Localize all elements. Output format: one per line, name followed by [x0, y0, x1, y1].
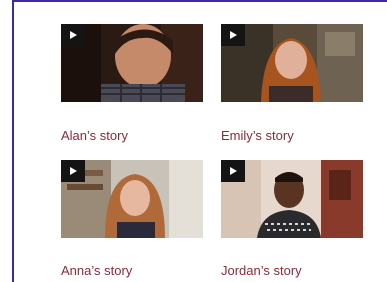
story-caption-emily[interactable]: Emily’s story — [221, 128, 294, 143]
play-button[interactable] — [61, 160, 85, 182]
story-grid-page: Alan’s story Emily’s story Anna’s story … — [0, 0, 387, 282]
story-card-jordan[interactable]: Jordan’s story — [221, 160, 363, 278]
story-caption-anna[interactable]: Anna’s story — [61, 263, 132, 278]
play-icon — [230, 31, 237, 39]
play-button[interactable] — [221, 24, 245, 46]
play-icon — [230, 167, 237, 175]
play-button[interactable] — [61, 24, 85, 46]
story-caption-alan[interactable]: Alan’s story — [61, 128, 128, 143]
top-border — [13, 0, 387, 2]
story-card-anna[interactable]: Anna’s story — [61, 160, 203, 278]
play-icon — [70, 31, 77, 39]
story-caption-jordan[interactable]: Jordan’s story — [221, 263, 302, 278]
story-card-emily[interactable]: Emily’s story — [221, 24, 363, 143]
video-thumbnail-jordan[interactable] — [221, 160, 363, 238]
video-thumbnail-alan[interactable] — [61, 24, 203, 102]
story-card-alan[interactable]: Alan’s story — [61, 24, 203, 143]
play-button[interactable] — [221, 160, 245, 182]
video-thumbnail-emily[interactable] — [221, 24, 363, 102]
video-thumbnail-anna[interactable] — [61, 160, 203, 238]
left-border — [12, 0, 14, 282]
play-icon — [70, 167, 77, 175]
